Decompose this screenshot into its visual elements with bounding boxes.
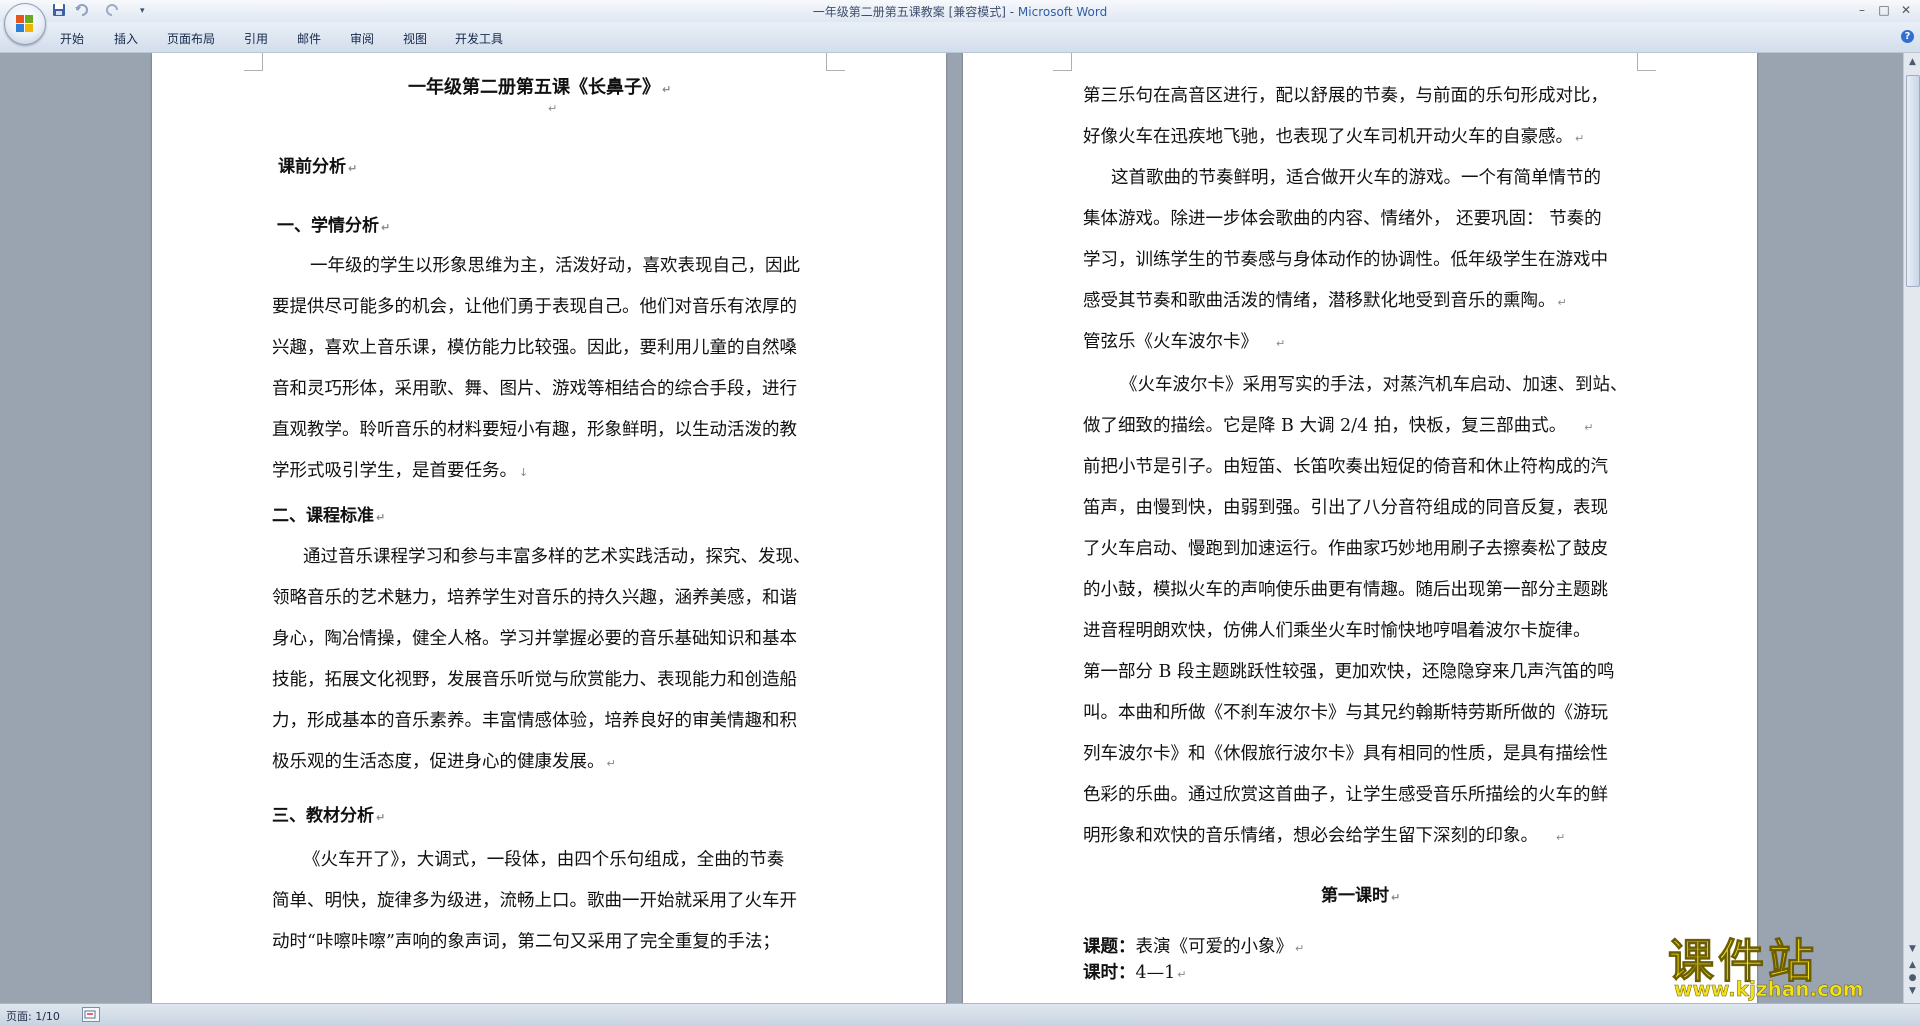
office-logo-icon [16, 15, 34, 33]
heading-student-analysis: 一、学情分析 ↵ [277, 216, 391, 236]
body-line: 感受其节奏和歌曲活泼的情绪，潜移默化地受到音乐的熏陶。 ↵ [1083, 291, 1567, 311]
body-line: 领略音乐的艺术魅力，培养学生对音乐的持久兴趣，涵养美感，和谐 [272, 588, 797, 608]
body-line: 色彩的乐曲。通过欣赏这首曲子，让学生感受音乐所描绘的火车的鲜 [1083, 785, 1608, 805]
body-line: 集体游戏。除进一步体会歌曲的内容、情绪外， 还要巩固： 节奏的 [1083, 209, 1602, 229]
tab-view[interactable]: 视图 [403, 30, 427, 47]
document-title-heading: 一年级第二册第五课《长鼻子》 ↵ [408, 77, 672, 98]
body-line: 第三乐句在高音区进行，配以舒展的节奏，与前面的乐句形成对比， [1083, 86, 1608, 106]
office-button[interactable] [4, 3, 46, 45]
scroll-thumb[interactable] [1906, 75, 1920, 287]
status-bar: 页面: 1/10 [0, 1003, 1920, 1026]
body-line: 兴趣，喜欢上音乐课，模仿能力比较强。因此，要利用儿童的自然嗓 [272, 338, 797, 358]
minimize-button[interactable]: – [1850, 2, 1874, 18]
document-area[interactable]: 一年级第二册第五课《长鼻子》 ↵ ↵ 课前分析 ↵ 一、学情分析 ↵ 一年级的学生以形… [0, 53, 1903, 1003]
lesson-heading: 第一课时 ↵ [1321, 886, 1401, 906]
document-title: 一年级第二册第五课教案 [兼容模式] - [812, 5, 1018, 19]
tab-developer[interactable]: 开发工具 [455, 30, 503, 47]
body-line: 第一部分 B 段主题跳跃性较强，更加欢快，还隐隐穿来几声汽笛的鸣 [1083, 662, 1615, 682]
body-line: 这首歌曲的节奏鲜明，适合做开火车的游戏。一个有简单情节的 [1111, 168, 1601, 188]
body-line: 《火车波尔卡》采用写实的手法，对蒸汽机车启动、加速、到站、 [1120, 375, 1628, 395]
body-line: 动时“咔嚓咔嚓”声响的象声词，第二句又采用了完全重复的手法； [272, 932, 780, 952]
heading-curriculum-standard: 二、课程标准 ↵ [272, 506, 386, 526]
body-line: 明形象和欢快的音乐情绪，想必会给学生留下深刻的印象。 ↵ [1083, 826, 1566, 846]
body-line: 简单、明快，旋律多为级进，流畅上口。歌曲一开始就采用了火车开 [272, 891, 797, 911]
body-line: 笛声，由慢到快，由弱到强。引出了八分音符组成的同音反复，表现 [1083, 498, 1608, 518]
tab-mailings[interactable]: 邮件 [297, 30, 321, 47]
section-heading: 课前分析 ↵ [278, 157, 358, 177]
app-name: Microsoft Word [1017, 5, 1108, 19]
help-icon[interactable]: ? [1901, 30, 1914, 43]
watermark-url: www.kjzhan.com [1674, 977, 1864, 1002]
lesson-topic: 课题：表演《可爱的小象》 ↵ [1083, 937, 1305, 957]
body-line: 学习，训练学生的节奏感与身体动作的协调性。低年级学生在游戏中 [1083, 250, 1608, 270]
empty-paragraph: ↵ [548, 102, 558, 115]
tab-review[interactable]: 审阅 [350, 30, 374, 47]
body-line: 叫。本曲和所做《不刹车波尔卡》与其兄约翰斯特劳斯所做的《游玩 [1083, 703, 1608, 723]
body-line: 《火车开了》，大调式，一段体，由四个乐句组成，全曲的节奏 [303, 850, 785, 870]
page-left-content: 一年级第二册第五课《长鼻子》 ↵ ↵ 课前分析 ↵ 一、学情分析 ↵ 一年级的学生以形… [152, 53, 946, 1003]
title-bar: ▾ 一年级第二册第五课教案 [兼容模式] - Microsoft Word – … [0, 0, 1920, 23]
ribbon: 开始 插入 页面布局 引用 邮件 审阅 视图 开发工具 ? [0, 22, 1920, 53]
page-left: 一年级第二册第五课《长鼻子》 ↵ ↵ 课前分析 ↵ 一、学情分析 ↵ 一年级的学生以形… [152, 53, 946, 1003]
close-button[interactable]: ✕ [1894, 2, 1918, 18]
maximize-button[interactable]: □ [1872, 2, 1896, 18]
body-line: 前把小节是引子。由短笛、长笛吹奏出短促的倚音和休止符构成的汽 [1083, 457, 1608, 477]
page-indicator[interactable]: 页面: 1/10 [6, 1008, 60, 1024]
scroll-up-icon[interactable]: ▲ [1906, 56, 1919, 69]
body-line: 一年级的学生以形象思维为主，活泼好动，喜欢表现自己，因此 [310, 256, 800, 276]
lesson-period: 课时：4—1 ↵ [1083, 963, 1187, 983]
tab-home[interactable]: 开始 [60, 30, 84, 47]
heading-material-analysis: 三、教材分析 ↵ [272, 806, 386, 826]
body-line: 了火车启动、慢跑到加速运行。作曲家巧妙地用刷子去擦奏松了鼓皮 [1083, 539, 1608, 559]
body-line: 极乐观的生活态度，促进身心的健康发展。 ↵ [272, 752, 616, 772]
body-line: 身心，陶冶情操，健全人格。学习并掌握必要的音乐基础知识和基本 [272, 629, 797, 649]
tab-insert[interactable]: 插入 [114, 30, 138, 47]
window-title: 一年级第二册第五课教案 [兼容模式] - Microsoft Word [0, 3, 1920, 20]
body-line: 力，形成基本的音乐素养。丰富情感体验，培养良好的审美情趣和积 [272, 711, 797, 731]
body-line: 直观教学。聆听音乐的材料要短小有趣，形象鲜明，以生动活泼的教 [272, 420, 797, 440]
body-line: 做了细致的描绘。它是降 B 大调 2/4 拍，快板，复三部曲式。 ↵ [1083, 416, 1594, 436]
tab-page-layout[interactable]: 页面布局 [167, 30, 215, 47]
subheading-train-polka: 管弦乐《火车波尔卡》 ↵ [1083, 332, 1286, 352]
body-line: 技能，拓展文化视野，发展音乐听觉与欣赏能力、表现能力和创造船 [272, 670, 797, 690]
body-line: 学形式吸引学生，是首要任务。 ↓ [272, 461, 529, 481]
watermark-logo: 课件站 www.kjzhan.com [1668, 925, 1908, 1002]
body-line: 好像火车在迅疾地飞驰，也表现了火车司机开动火车的自豪感。 ↵ [1083, 127, 1585, 147]
page-right: 第三乐句在高音区进行，配以舒展的节奏，与前面的乐句形成对比， 好像火车在迅疾地飞… [963, 53, 1757, 1003]
vertical-scrollbar[interactable]: ▲ ▼ ▲ ● ▼ [1903, 53, 1920, 1003]
body-line: 列车波尔卡》和《休假旅行波尔卡》具有相同的性质，是具有描绘性 [1083, 744, 1608, 764]
body-line: 进音程明朗欢快，仿佛人们乘坐火车时愉快地哼唱着波尔卡旋律。 [1083, 621, 1591, 641]
body-line: 通过音乐课程学习和参与丰富多样的艺术实践活动，探究、发现、 [303, 547, 811, 567]
proofing-icon[interactable] [82, 1007, 100, 1022]
body-line: 音和灵巧形体，采用歌、舞、图片、游戏等相结合的综合手段，进行 [272, 379, 797, 399]
body-line: 要提供尽可能多的机会，让他们勇于表现自己。他们对音乐有浓厚的 [272, 297, 797, 317]
tab-references[interactable]: 引用 [244, 30, 268, 47]
page-right-content: 第三乐句在高音区进行，配以舒展的节奏，与前面的乐句形成对比， 好像火车在迅疾地飞… [963, 53, 1757, 1003]
body-line: 的小鼓，模拟火车的声响使乐曲更有情趣。随后出现第一部分主题跳 [1083, 580, 1608, 600]
